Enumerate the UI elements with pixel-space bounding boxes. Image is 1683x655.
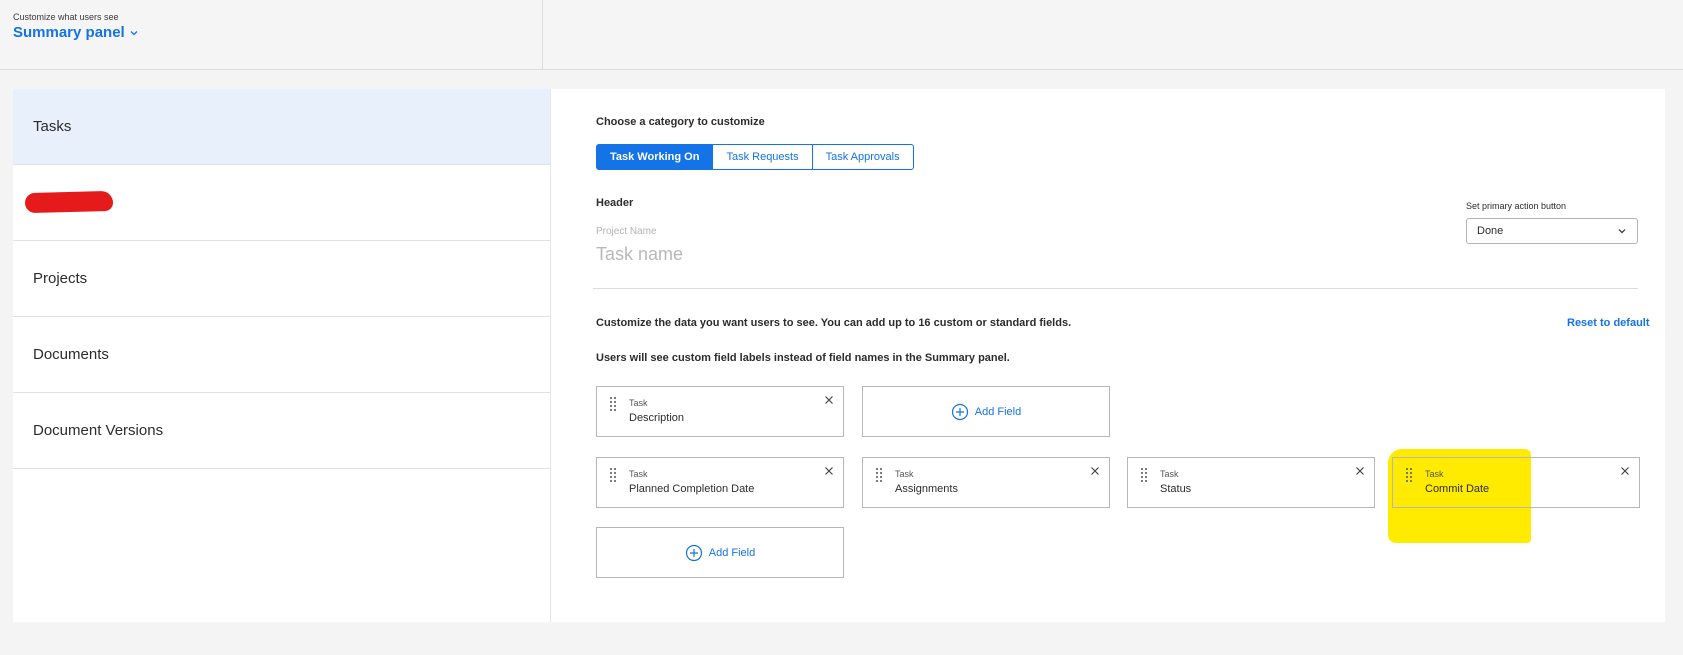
add-field-label: Add Field bbox=[974, 405, 1022, 418]
field-category: Task bbox=[629, 398, 648, 408]
field-category: Task bbox=[1160, 469, 1179, 479]
sidebar-item-redacted[interactable] bbox=[13, 165, 550, 241]
field-card-assignments[interactable]: Task Assignments bbox=[862, 457, 1110, 508]
close-icon[interactable] bbox=[1090, 466, 1100, 476]
drag-handle-icon[interactable] bbox=[1140, 467, 1148, 483]
header-title: Summary panel bbox=[13, 24, 125, 41]
tab-task-approvals[interactable]: Task Approvals bbox=[811, 144, 914, 170]
drag-handle-icon[interactable] bbox=[609, 396, 617, 412]
close-icon[interactable] bbox=[1355, 466, 1365, 476]
sidebar-item-document-versions[interactable]: Document Versions bbox=[13, 393, 550, 469]
sidebar-item-label: Tasks bbox=[33, 118, 72, 135]
project-name-preview: Project Name bbox=[596, 226, 657, 237]
summary-panel-dropdown[interactable]: Summary panel bbox=[13, 24, 139, 41]
field-card-description[interactable]: Task Description bbox=[596, 386, 844, 437]
tab-task-working-on[interactable]: Task Working On bbox=[596, 144, 714, 170]
sidebar-item-label: Document Versions bbox=[33, 422, 164, 439]
close-icon[interactable] bbox=[1620, 466, 1630, 476]
primary-action-label: Set primary action button bbox=[1466, 201, 1567, 211]
sidebar-item-label: Documents bbox=[33, 346, 109, 363]
drag-handle-icon[interactable] bbox=[609, 467, 617, 483]
field-category: Task bbox=[629, 469, 648, 479]
sidebar-item-documents[interactable]: Documents bbox=[13, 317, 550, 393]
redaction-mark bbox=[24, 190, 114, 214]
field-name: Status bbox=[1160, 483, 1192, 495]
category-label: Choose a category to customize bbox=[596, 116, 765, 128]
header-subtitle: Customize what users see bbox=[13, 12, 119, 22]
field-name: Assignments bbox=[895, 483, 958, 495]
drag-handle-icon[interactable] bbox=[1405, 467, 1413, 483]
section-divider bbox=[593, 288, 1638, 289]
sidebar-item-projects[interactable]: Projects bbox=[13, 241, 550, 317]
reset-to-default-link[interactable]: Reset to default bbox=[1567, 317, 1650, 329]
header-section-label: Header bbox=[596, 197, 634, 209]
sidebar-item-tasks[interactable]: Tasks bbox=[13, 89, 550, 165]
primary-action-value: Done bbox=[1477, 225, 1504, 237]
field-card-commit-date[interactable]: Task Commit Date bbox=[1392, 457, 1640, 508]
chevron-down-icon bbox=[1618, 229, 1626, 234]
close-icon[interactable] bbox=[824, 466, 834, 476]
labels-info-text: Users will see custom field labels inste… bbox=[596, 352, 1010, 364]
top-bar: Customize what users see Summary panel bbox=[0, 0, 1683, 70]
add-field-label: Add Field bbox=[708, 546, 756, 559]
close-icon[interactable] bbox=[824, 395, 834, 405]
drag-handle-icon[interactable] bbox=[875, 467, 883, 483]
primary-action-select[interactable]: Done bbox=[1466, 218, 1638, 244]
chevron-down-icon bbox=[130, 30, 138, 35]
add-field-button[interactable]: Add Field bbox=[596, 527, 844, 578]
sidebar: Tasks Projects Documents Document Versio… bbox=[13, 89, 551, 622]
field-card-planned-completion-date[interactable]: Task Planned Completion Date bbox=[596, 457, 844, 508]
field-name: Planned Completion Date bbox=[629, 483, 755, 495]
field-category: Task bbox=[895, 469, 914, 479]
field-name: Description bbox=[629, 412, 685, 424]
field-card-status[interactable]: Task Status bbox=[1127, 457, 1375, 508]
add-circle-icon bbox=[685, 544, 702, 561]
field-category: Task bbox=[1425, 469, 1444, 479]
add-field-button[interactable]: Add Field bbox=[862, 386, 1110, 437]
customize-info-text: Customize the data you want users to see… bbox=[596, 317, 1072, 329]
task-name-preview: Task name bbox=[596, 244, 684, 264]
add-circle-icon bbox=[951, 403, 968, 420]
category-segmented-control: Task Working On Task Requests Task Appro… bbox=[596, 144, 914, 170]
top-bar-left: Customize what users see Summary panel bbox=[0, 0, 543, 69]
field-name: Commit Date bbox=[1425, 483, 1490, 495]
sidebar-item-label: Projects bbox=[33, 270, 88, 287]
tab-task-requests[interactable]: Task Requests bbox=[712, 144, 813, 170]
